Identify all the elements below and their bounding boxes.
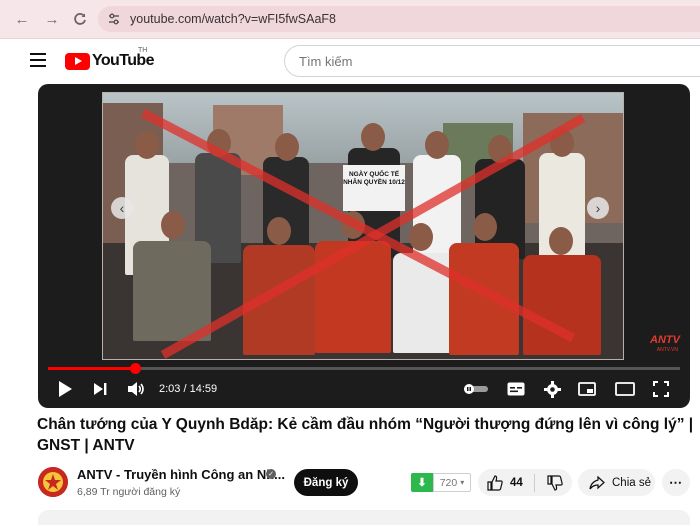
thumbs-down-icon (547, 474, 563, 491)
like-count: 44 (510, 476, 523, 489)
share-label: Chia sẻ (612, 476, 651, 489)
forward-arrow-icon[interactable]: → (42, 9, 62, 29)
next-arrow-icon[interactable]: › (587, 197, 609, 219)
like-button[interactable]: 44 (487, 474, 523, 491)
url-text[interactable]: youtube.com/watch?v=wFI5fwSAaF8 (130, 12, 336, 26)
download-count[interactable]: 720 ▾ (433, 473, 471, 492)
hamburger-menu-icon[interactable] (30, 53, 46, 67)
miniplayer-icon[interactable] (578, 380, 596, 398)
search-bar[interactable] (284, 45, 700, 77)
share-button[interactable]: Chia sẻ (578, 469, 655, 496)
verified-check-icon: ✓ (266, 469, 276, 479)
antv-watermark-sub: ANTV.VN (656, 347, 678, 353)
previous-arrow-icon[interactable]: ‹ (111, 197, 133, 219)
download-count-value: 720 (439, 476, 458, 489)
dropdown-caret-icon: ▾ (460, 478, 465, 487)
subtitles-icon[interactable] (507, 380, 525, 398)
subscribe-button[interactable]: Đăng ký (294, 469, 358, 496)
theater-mode-icon[interactable] (615, 380, 635, 398)
video-frame: NGÀY QUỐC TẾ NHÂN QUYỀN 10/12 (102, 92, 624, 360)
settings-gear-icon[interactable] (543, 380, 561, 398)
progress-scrubber[interactable] (129, 363, 141, 374)
like-dislike-divider (533, 473, 535, 492)
search-input[interactable] (297, 52, 681, 70)
thumbs-up-icon (487, 474, 503, 491)
time-display: 2:03 / 14:59 (159, 383, 218, 395)
back-arrow-icon[interactable]: ← (12, 9, 32, 29)
volume-icon[interactable] (126, 380, 146, 398)
download-extension[interactable]: ⬇ 720 ▾ (411, 472, 471, 493)
description-box[interactable] (38, 510, 690, 525)
site-settings-icon[interactable] (106, 11, 122, 27)
address-bar[interactable]: youtube.com/watch?v=wFI5fwSAaF8 (98, 6, 700, 32)
more-horizontal-icon: ⋯ (669, 474, 683, 490)
play-icon[interactable] (56, 380, 74, 398)
video-player[interactable]: NGÀY QUỐC TẾ NHÂN QUYỀN 10/12 ‹ › ANTV A… (38, 84, 690, 408)
next-video-icon[interactable] (91, 380, 109, 398)
youtube-logo-text: YouTube (92, 52, 154, 69)
download-arrow-icon[interactable]: ⬇ (411, 473, 433, 492)
like-dislike-group: 44 (478, 469, 572, 496)
video-title: Chân tướng của Y Quynh Bdăp: Kẻ cầm đầu … (37, 416, 694, 454)
antv-watermark: ANTV (650, 334, 680, 346)
reload-icon[interactable] (70, 9, 90, 29)
red-cross-overlay (140, 109, 586, 359)
progress-bar[interactable] (48, 363, 680, 374)
youtube-play-logo-icon (65, 52, 90, 70)
youtube-logo[interactable]: YouTube TH (65, 47, 154, 70)
share-arrow-icon (589, 475, 605, 489)
channel-name[interactable]: ANTV - Truyền hình Công an Nh... (77, 467, 285, 482)
fullscreen-icon[interactable] (652, 380, 670, 398)
country-code: TH (138, 47, 148, 54)
browser-toolbar: ← → youtube.com/watch?v=wFI5fwSAaF8 (0, 0, 700, 39)
progress-played (48, 367, 135, 370)
autoplay-toggle-icon[interactable] (462, 380, 490, 398)
more-actions-button[interactable]: ⋯ (662, 469, 690, 496)
channel-avatar[interactable] (38, 467, 68, 497)
subscriber-count: 6,89 Tr người đăng ký (77, 486, 181, 498)
player-controls: 2:03 / 14:59 (38, 374, 690, 404)
dislike-button[interactable] (547, 474, 563, 491)
youtube-header: YouTube TH (0, 39, 700, 83)
